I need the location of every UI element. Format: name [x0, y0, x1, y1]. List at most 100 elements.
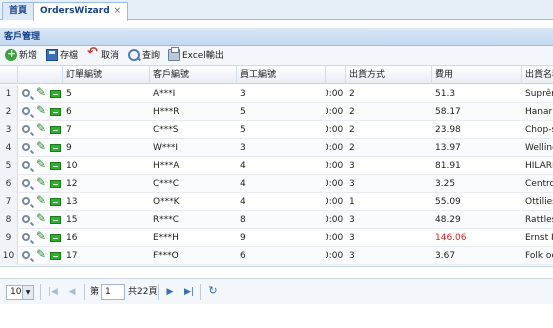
confirm-icon[interactable] — [50, 126, 61, 134]
view-icon[interactable] — [22, 179, 30, 187]
cancel-label: 取消 — [101, 51, 120, 61]
view-icon[interactable] — [22, 197, 30, 205]
customer-no-cell: H***A — [153, 161, 180, 171]
view-icon[interactable] — [22, 251, 30, 259]
table-row[interactable]: 7 13 O***K 4 0:00 1 55.09 Ottilies Käseladen — [0, 193, 553, 211]
confirm-icon[interactable] — [50, 144, 61, 152]
cost-cell: 51.3 — [435, 89, 456, 99]
header-order-no[interactable]: 訂單編號 — [63, 66, 150, 84]
search-icon — [128, 49, 140, 61]
current-page-input[interactable]: 1 — [101, 284, 125, 300]
header-employee-no[interactable]: 員工編號 — [237, 66, 326, 84]
table-row[interactable]: 1 5 A***I 3 0:00 2 51.3 Suprêmes délices — [0, 85, 553, 103]
view-icon[interactable] — [22, 215, 30, 223]
employee-no-cell: 5 — [240, 107, 246, 117]
order-no-cell: 5 — [66, 89, 72, 99]
table-row[interactable]: 4 9 W***I 3 0:00 2 13.97 Wellington Importadora — [0, 139, 553, 157]
cost-cell: 23.98 — [435, 125, 461, 135]
edit-icon[interactable] — [36, 193, 48, 208]
query-button[interactable]: 查詢 — [128, 49, 160, 63]
ship-method-cell: 2 — [349, 143, 355, 153]
edit-icon[interactable] — [36, 175, 48, 190]
table-row[interactable]: 6 12 C***C 4 0:00 3 3.25 Centro comercial — [0, 175, 553, 193]
employee-no-cell: 6 — [240, 251, 246, 261]
cancel-button[interactable]: 取消 — [87, 46, 120, 63]
chevron-down-icon[interactable]: ▼ — [22, 286, 33, 299]
edit-icon[interactable] — [36, 103, 48, 118]
view-icon[interactable] — [22, 161, 30, 169]
cost-cell: 81.91 — [435, 161, 461, 171]
ship-name-cell: Wellington Importadora — [525, 143, 553, 153]
header-date[interactable] — [326, 66, 346, 84]
date-cell: 0:00 — [326, 179, 344, 189]
confirm-icon[interactable] — [50, 252, 61, 260]
view-icon[interactable] — [22, 89, 30, 97]
page-size-select[interactable]: 10 ▼ — [6, 285, 34, 300]
table-row[interactable]: 10 17 F***O 6 0:00 3 3.67 Folk och fä HB — [0, 247, 553, 265]
edit-icon[interactable] — [36, 229, 48, 244]
edit-icon[interactable] — [36, 85, 48, 100]
divider — [158, 284, 159, 300]
order-no-cell: 10 — [66, 161, 78, 171]
cost-cell: 3.67 — [435, 251, 456, 261]
header-ship-method[interactable]: 出貨方式 — [346, 66, 432, 84]
confirm-icon[interactable] — [50, 162, 61, 170]
view-icon[interactable] — [22, 107, 30, 115]
next-page-icon[interactable]: ▶ — [164, 286, 176, 298]
ship-method-cell: 3 — [349, 179, 355, 189]
view-icon[interactable] — [22, 125, 30, 133]
close-icon[interactable]: × — [114, 3, 122, 19]
ship-name-cell: Ottilies Käseladen — [525, 197, 553, 207]
edit-icon[interactable] — [36, 139, 48, 154]
divider — [200, 284, 201, 300]
tab-home-label: 首頁 — [9, 6, 28, 16]
customer-no-cell: W***I — [153, 143, 179, 153]
prev-page-icon[interactable]: ◀ — [66, 286, 78, 298]
confirm-icon[interactable] — [50, 90, 61, 98]
date-cell: 0:00 — [326, 197, 344, 207]
header-cost[interactable]: 費用 — [432, 66, 522, 84]
table-row[interactable]: 8 15 R***C 8 0:00 3 48.29 Rattlesnake Canyon — [0, 211, 553, 229]
table-row[interactable]: 3 7 C***S 5 0:00 2 23.98 Chop-suey Chinese — [0, 121, 553, 139]
employee-no-cell: 5 — [240, 125, 246, 135]
grid-header: 訂單編號 客戶編號 員工編號 出貨方式 費用 出貨名稱 — [0, 66, 553, 84]
edit-icon[interactable] — [36, 157, 48, 172]
table-row[interactable]: 2 6 H***R 5 0:00 2 58.17 Hanari Carnes — [0, 103, 553, 121]
total-pages-label: 共22頁 — [128, 287, 158, 297]
first-page-icon[interactable]: |◀ — [47, 286, 59, 298]
edit-icon[interactable] — [36, 121, 48, 136]
tab-orderswizard[interactable]: OrdersWizard × — [33, 2, 129, 21]
tab-home[interactable]: 首頁 — [2, 2, 35, 20]
ship-name-cell: HILARIÓN-Abastos — [525, 161, 553, 171]
page-prefix: 第 — [90, 287, 100, 297]
add-button[interactable]: 新增 — [5, 47, 37, 63]
table-row[interactable]: 5 10 H***A 4 0:00 3 81.91 HILARIÓN-Abastos — [0, 157, 553, 175]
date-cell: 0:00 — [326, 251, 344, 261]
order-no-cell: 7 — [66, 125, 72, 135]
export-icon — [168, 47, 180, 61]
view-icon[interactable] — [22, 143, 30, 151]
view-icon[interactable] — [22, 233, 30, 241]
ship-method-cell: 3 — [349, 251, 355, 261]
table-row[interactable]: 9 16 E***H 9 0:00 3 146.06 Ernst Handel — [0, 229, 553, 247]
customer-no-cell: E***H — [153, 233, 179, 243]
save-icon — [46, 49, 58, 61]
add-icon — [5, 47, 17, 61]
edit-icon[interactable] — [36, 247, 48, 262]
last-page-icon[interactable]: ▶| — [183, 286, 195, 298]
confirm-icon[interactable] — [50, 216, 61, 224]
save-label: 存檔 — [60, 51, 79, 61]
header-actions — [18, 66, 63, 84]
confirm-icon[interactable] — [50, 108, 61, 116]
header-ship-name[interactable]: 出貨名稱 — [522, 66, 553, 84]
header-customer-no[interactable]: 客戶編號 — [150, 66, 237, 84]
confirm-icon[interactable] — [50, 180, 61, 188]
save-button[interactable]: 存檔 — [46, 49, 78, 63]
confirm-icon[interactable] — [50, 234, 61, 242]
panel-title: 客戶管理 — [0, 28, 553, 46]
export-excel-button[interactable]: Excel輸出 — [168, 47, 224, 63]
row-number: 2 — [0, 103, 18, 121]
confirm-icon[interactable] — [50, 198, 61, 206]
refresh-icon[interactable]: ↻ — [207, 285, 219, 297]
edit-icon[interactable] — [36, 211, 48, 226]
